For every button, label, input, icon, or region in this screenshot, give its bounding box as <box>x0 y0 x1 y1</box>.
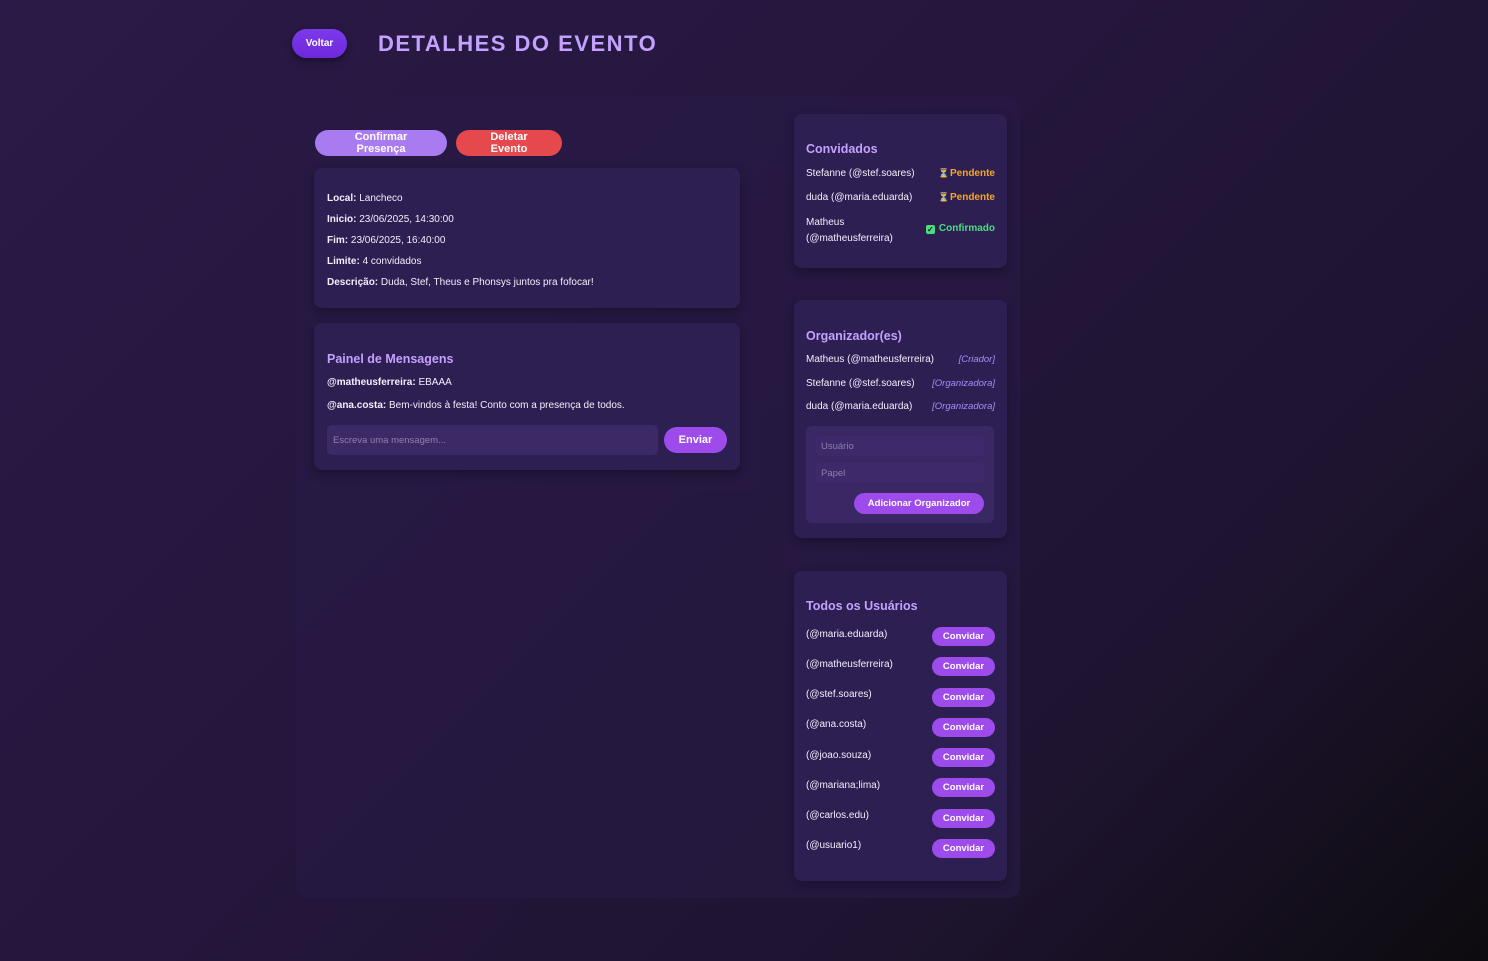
user-row: (@carlos.edu) Convidar <box>806 809 995 828</box>
user-row: (@stef.soares) Convidar <box>806 688 995 707</box>
delete-event-button[interactable]: Deletar Evento <box>456 130 562 156</box>
send-button[interactable]: Enviar <box>664 427 727 453</box>
guest-status: ⏳Pendente <box>937 168 995 179</box>
organizers-title: Organizador(es) <box>806 329 902 343</box>
organizer-row: Matheus (@matheusferreira) [Criador] <box>806 354 995 365</box>
detail-fim: Fim: 23/06/2025, 16:40:00 <box>327 235 446 246</box>
hourglass-icon: ⏳ <box>937 192 950 202</box>
guest-row: duda (@maria.eduarda) ⏳Pendente <box>806 192 995 203</box>
hourglass-icon: ⏳ <box>937 168 950 178</box>
confirm-presence-button[interactable]: Confirmar Presença <box>315 130 447 156</box>
messages-title: Painel de Mensagens <box>327 352 454 366</box>
detail-inicio: Inicio: 23/06/2025, 14:30:00 <box>327 214 454 225</box>
user-handle: (@joao.souza) <box>806 750 872 761</box>
page-header: Voltar DETALHES DO EVENTO <box>292 29 657 58</box>
user-handle: (@stef.soares) <box>806 689 872 700</box>
organizer-row: duda (@maria.eduarda) [Organizadora] <box>806 401 995 412</box>
add-organizer-form: Adicionar Organizador <box>806 426 994 523</box>
organizer-role: [Organizadora] <box>932 378 995 389</box>
user-handle: (@usuario1) <box>806 840 862 851</box>
all-users-card: Todos os Usuários (@maria.eduarda) Convi… <box>794 571 1007 881</box>
detail-local: Local: Lancheco <box>327 193 403 204</box>
user-handle: (@ana.costa) <box>806 719 867 730</box>
guest-status: ✓ Confirmado <box>925 223 995 234</box>
invite-button[interactable]: Convidar <box>932 657 995 676</box>
organizer-name: duda (@maria.eduarda) <box>806 401 913 412</box>
event-details-card: Local: Lancheco Inicio: 23/06/2025, 14:3… <box>314 168 740 308</box>
message-item: @matheusferreira: EBAAA <box>327 377 452 388</box>
message-item: @ana.costa: Bem-vindos à festa! Conto co… <box>327 400 625 411</box>
guest-row: Matheus (@matheusferreira) ✓ Confirmado <box>806 215 995 247</box>
organizer-role: [Criador] <box>958 354 995 365</box>
invite-button[interactable]: Convidar <box>932 839 995 858</box>
page-title: DETALHES DO EVENTO <box>378 30 658 56</box>
user-row: (@joao.souza) Convidar <box>806 748 995 767</box>
organizer-role-input[interactable] <box>816 463 984 483</box>
user-row: (@matheusferreira) Convidar <box>806 657 995 676</box>
add-organizer-button[interactable]: Adicionar Organizador <box>854 493 984 514</box>
guests-card: Convidados Stefanne (@stef.soares) ⏳Pend… <box>794 114 1007 268</box>
organizers-card: Organizador(es) Matheus (@matheusferreir… <box>794 300 1007 538</box>
organizer-role: [Organizadora] <box>932 401 995 412</box>
invite-button[interactable]: Convidar <box>932 748 995 767</box>
user-row: (@maria.eduarda) Convidar <box>806 627 995 646</box>
organizer-name: Matheus (@matheusferreira) <box>806 354 934 365</box>
user-handle: (@mariana;lima) <box>806 780 881 791</box>
event-actions: Confirmar Presença Deletar Evento <box>315 130 562 156</box>
user-handle: (@carlos.edu) <box>806 810 869 821</box>
user-handle: (@maria.eduarda) <box>806 629 888 640</box>
event-column: Confirmar Presença Deletar Evento Local:… <box>296 96 760 492</box>
user-row: (@usuario1) Convidar <box>806 839 995 858</box>
back-button[interactable]: Voltar <box>292 29 347 58</box>
invite-button[interactable]: Convidar <box>932 778 995 797</box>
organizer-name: Stefanne (@stef.soares) <box>806 378 915 389</box>
users-title: Todos os Usuários <box>806 599 918 613</box>
guest-status: ⏳Pendente <box>937 192 995 203</box>
invite-button[interactable]: Convidar <box>932 809 995 828</box>
sidebar-column: Convidados Stefanne (@stef.soares) ⏳Pend… <box>782 96 1020 898</box>
invite-button[interactable]: Convidar <box>932 718 995 737</box>
invite-button[interactable]: Convidar <box>932 688 995 707</box>
organizer-user-input[interactable] <box>816 436 984 456</box>
user-row: (@ana.costa) Convidar <box>806 718 995 737</box>
user-row: (@mariana;lima) Convidar <box>806 778 995 797</box>
organizer-row: Stefanne (@stef.soares) [Organizadora] <box>806 378 995 389</box>
invite-button[interactable]: Convidar <box>932 627 995 646</box>
messages-panel: Painel de Mensagens @matheusferreira: EB… <box>314 323 740 470</box>
guest-name: Stefanne (@stef.soares) <box>806 168 915 179</box>
guest-name: duda (@maria.eduarda) <box>806 192 913 203</box>
detail-descricao: Descrição: Duda, Stef, Theus e Phonsys j… <box>327 277 594 288</box>
guest-row: Stefanne (@stef.soares) ⏳Pendente <box>806 168 995 179</box>
user-handle: (@matheusferreira) <box>806 659 893 670</box>
guests-title: Convidados <box>806 142 878 156</box>
detail-limite: Limite: 4 convidados <box>327 256 422 267</box>
message-input[interactable] <box>327 425 658 455</box>
check-icon: ✓ <box>925 225 935 234</box>
main-panel: Confirmar Presença Deletar Evento Local:… <box>296 96 1020 898</box>
